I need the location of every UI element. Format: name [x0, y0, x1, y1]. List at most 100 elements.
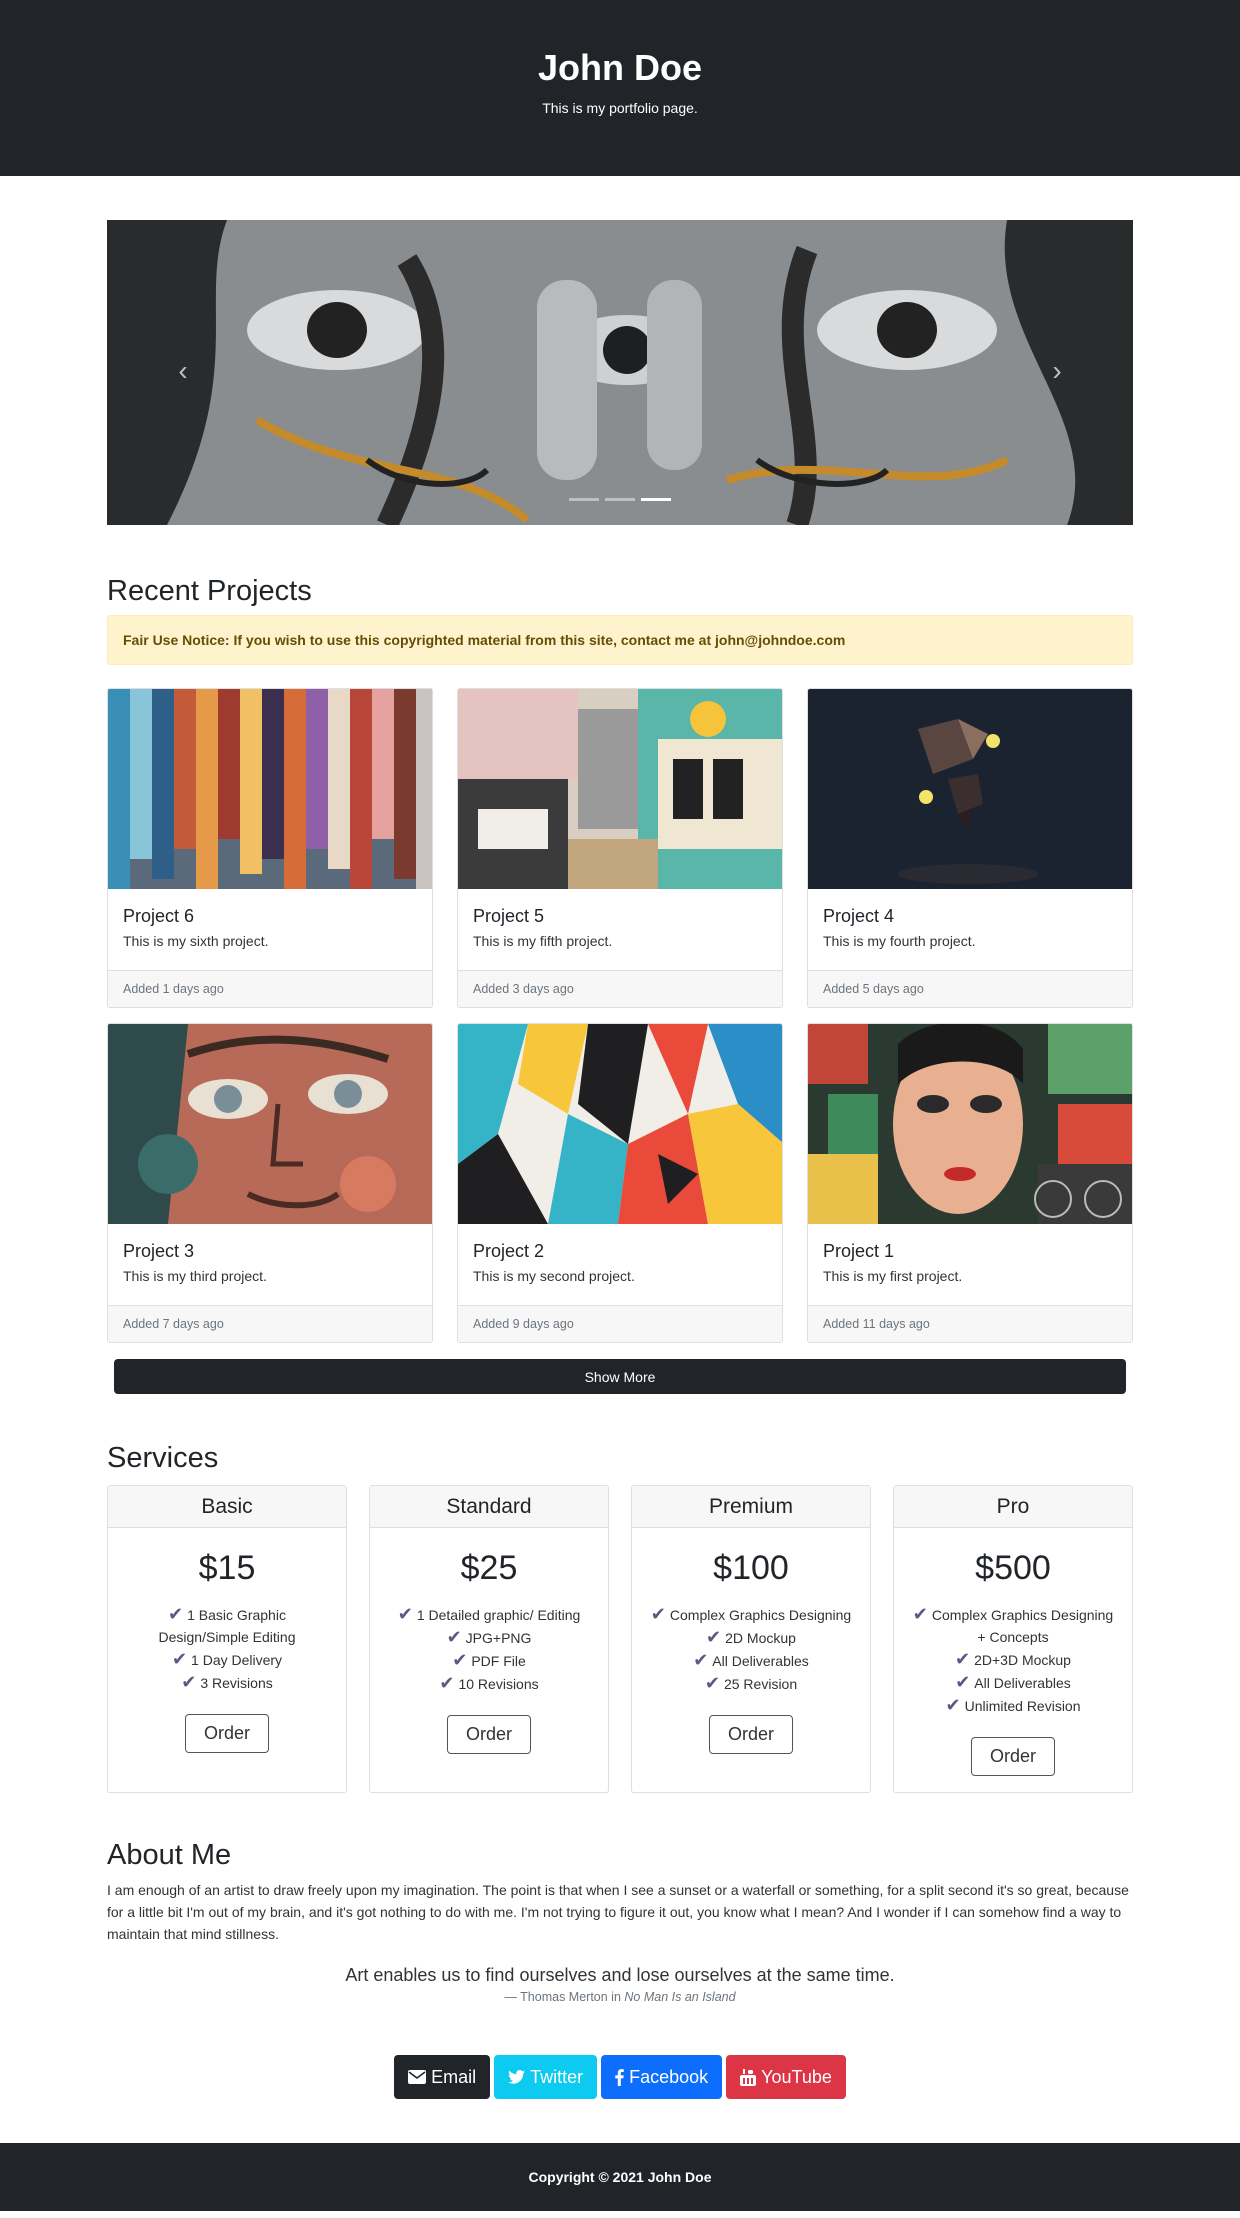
service-features: ✔ Complex Graphics Designing ✔ 2D Mockup ✔…	[632, 1603, 870, 1695]
hero-carousel: ‹ ›	[107, 220, 1133, 525]
project-title: Project 4	[823, 906, 895, 926]
envelope-icon	[408, 2070, 427, 2084]
youtube-icon	[740, 2068, 757, 2086]
project-image	[108, 689, 432, 889]
check-icon: ✔	[704, 1673, 720, 1693]
about-heading: About Me	[107, 1839, 232, 1871]
chevron-left-icon[interactable]: ‹	[171, 357, 195, 385]
project-card[interactable]: Project 4 This is my fourth project. Add…	[807, 688, 1133, 1008]
service-name: Standard	[370, 1486, 608, 1528]
carousel-indicators	[107, 498, 1133, 501]
check-icon: ✔	[452, 1650, 468, 1670]
feature-item: ✔ Unlimited Revision	[945, 1695, 1081, 1715]
feature-item: ✔ All Deliverables	[955, 1672, 1071, 1692]
quote-source: No Man Is an Island	[624, 1990, 736, 2004]
project-title: Project 6	[123, 906, 195, 926]
project-card[interactable]: Project 3 This is my third project. Adde…	[107, 1023, 433, 1343]
check-icon: ✔	[171, 1649, 188, 1669]
email-button[interactable]: Email	[394, 2055, 491, 2099]
service-card-premium: Premium $100 ✔ Complex Graphics Designing…	[631, 1485, 871, 1793]
check-icon: ✔	[912, 1604, 928, 1624]
service-price: $15	[198, 1549, 256, 1587]
check-icon: ✔	[439, 1673, 455, 1693]
order-button[interactable]: Order	[970, 1737, 1055, 1776]
service-price: $500	[975, 1549, 1051, 1587]
carousel-indicator[interactable]	[569, 498, 599, 501]
project-title: Project 2	[473, 1241, 545, 1261]
service-features: ✔ 1 Basic Graphic Design/Simple Editing ✔…	[108, 1603, 346, 1694]
project-description: This is my sixth project.	[123, 933, 269, 949]
service-name: Premium	[632, 1486, 870, 1528]
copyright-text: Copyright © 2021 John Doe	[528, 2169, 712, 2185]
check-icon: ✔	[446, 1627, 462, 1647]
project-image	[808, 1024, 1132, 1224]
fair-use-notice: Fair Use Notice: If you wish to use this…	[107, 615, 1133, 665]
project-card[interactable]: Project 2 This is my second project. Add…	[457, 1023, 783, 1343]
services-grid: Basic $15 ✔ 1 Basic Graphic Design/Simple…	[107, 1485, 1133, 1793]
service-name: Pro	[894, 1486, 1132, 1528]
project-added: Added 7 days ago	[108, 1305, 432, 1342]
feature-item: ✔ 3 Revisions	[181, 1672, 273, 1692]
quote-text: Art enables us to find ourselves and los…	[345, 1965, 895, 1985]
feature-item: ✔ 1 Day Delivery	[171, 1649, 283, 1669]
project-grid: Project 6 This is my sixth project. Adde…	[107, 688, 1133, 1343]
about-section: About Me I am enough of an artist to dra…	[107, 1837, 1133, 2004]
service-price: $25	[460, 1549, 518, 1587]
check-icon: ✔	[693, 1650, 709, 1670]
services-heading: Services	[107, 1442, 219, 1474]
carousel-image	[107, 220, 1133, 525]
project-image	[458, 1024, 782, 1224]
quote-citation: — Thomas Merton in No Man Is an Island	[504, 1990, 736, 2004]
project-description: This is my fifth project.	[473, 933, 613, 949]
service-features: ✔ 1 Detailed graphic/ Editing ✔ JPG+PNG ✔ P…	[370, 1603, 608, 1695]
order-button[interactable]: Order	[446, 1715, 531, 1754]
feature-item: ✔ 1 Basic Graphic Design/Simple Editing	[158, 1604, 296, 1645]
project-image	[808, 689, 1132, 889]
feature-item: ✔ 2D Mockup	[706, 1627, 796, 1647]
project-card[interactable]: Project 5 This is my fifth project. Adde…	[457, 688, 783, 1008]
check-icon: ✔	[168, 1604, 184, 1624]
site-title: John Doe	[537, 47, 702, 88]
recent-projects-heading: Recent Projects	[107, 575, 312, 607]
project-added: Added 5 days ago	[808, 970, 1132, 1007]
check-icon: ✔	[955, 1649, 971, 1669]
check-icon: ✔	[945, 1695, 961, 1715]
twitter-button[interactable]: Twitter	[494, 2055, 598, 2099]
feature-item: ✔ 25 Revision	[704, 1673, 798, 1693]
feature-item: ✔ 1 Detailed graphic/ Editing	[397, 1604, 581, 1624]
service-price: $100	[713, 1549, 789, 1587]
project-image	[108, 1024, 432, 1224]
facebook-button[interactable]: Facebook	[601, 2055, 723, 2099]
service-card-standard: Standard $25 ✔ 1 Detailed graphic/ Editin…	[369, 1485, 609, 1793]
project-description: This is my second project.	[473, 1268, 635, 1284]
project-added: Added 9 days ago	[458, 1305, 782, 1342]
carousel-indicator[interactable]	[605, 498, 635, 501]
youtube-button[interactable]: YouTube	[726, 2055, 846, 2099]
quote-block: Art enables us to find ourselves and los…	[107, 1965, 1133, 2004]
project-card[interactable]: Project 1 This is my first project. Adde…	[807, 1023, 1133, 1343]
order-button[interactable]: Order	[708, 1715, 793, 1754]
service-card-pro: Pro $500 ✔ Complex Graphics Designing + C…	[893, 1485, 1133, 1793]
project-title: Project 3	[123, 1241, 195, 1261]
feature-item: ✔ Complex Graphics Designing + Concepts	[912, 1604, 1114, 1645]
service-features: ✔ Complex Graphics Designing + Concepts ✔…	[894, 1603, 1132, 1717]
project-description: This is my fourth project.	[823, 933, 976, 949]
service-name: Basic	[108, 1486, 346, 1528]
twitter-icon	[508, 2070, 525, 2084]
feature-item: ✔ Complex Graphics Designing	[650, 1604, 852, 1624]
service-card-basic: Basic $15 ✔ 1 Basic Graphic Design/Simple…	[107, 1485, 347, 1793]
carousel-indicator-active[interactable]	[641, 498, 671, 501]
check-icon: ✔	[650, 1604, 666, 1624]
project-description: This is my third project.	[123, 1268, 267, 1284]
feature-item: ✔ 2D+3D Mockup	[955, 1649, 1071, 1669]
check-icon: ✔	[706, 1627, 722, 1647]
project-added: Added 1 days ago	[108, 970, 432, 1007]
show-more-button[interactable]: Show More	[114, 1359, 1126, 1394]
project-card[interactable]: Project 6 This is my sixth project. Adde…	[107, 688, 433, 1008]
project-description: This is my first project.	[823, 1268, 963, 1284]
page-header: John Doe This is my portfolio page.	[0, 0, 1240, 176]
chevron-right-icon[interactable]: ›	[1045, 357, 1069, 385]
order-button[interactable]: Order	[184, 1714, 269, 1753]
project-added: Added 11 days ago	[808, 1305, 1132, 1342]
feature-item: ✔ JPG+PNG	[446, 1627, 532, 1647]
